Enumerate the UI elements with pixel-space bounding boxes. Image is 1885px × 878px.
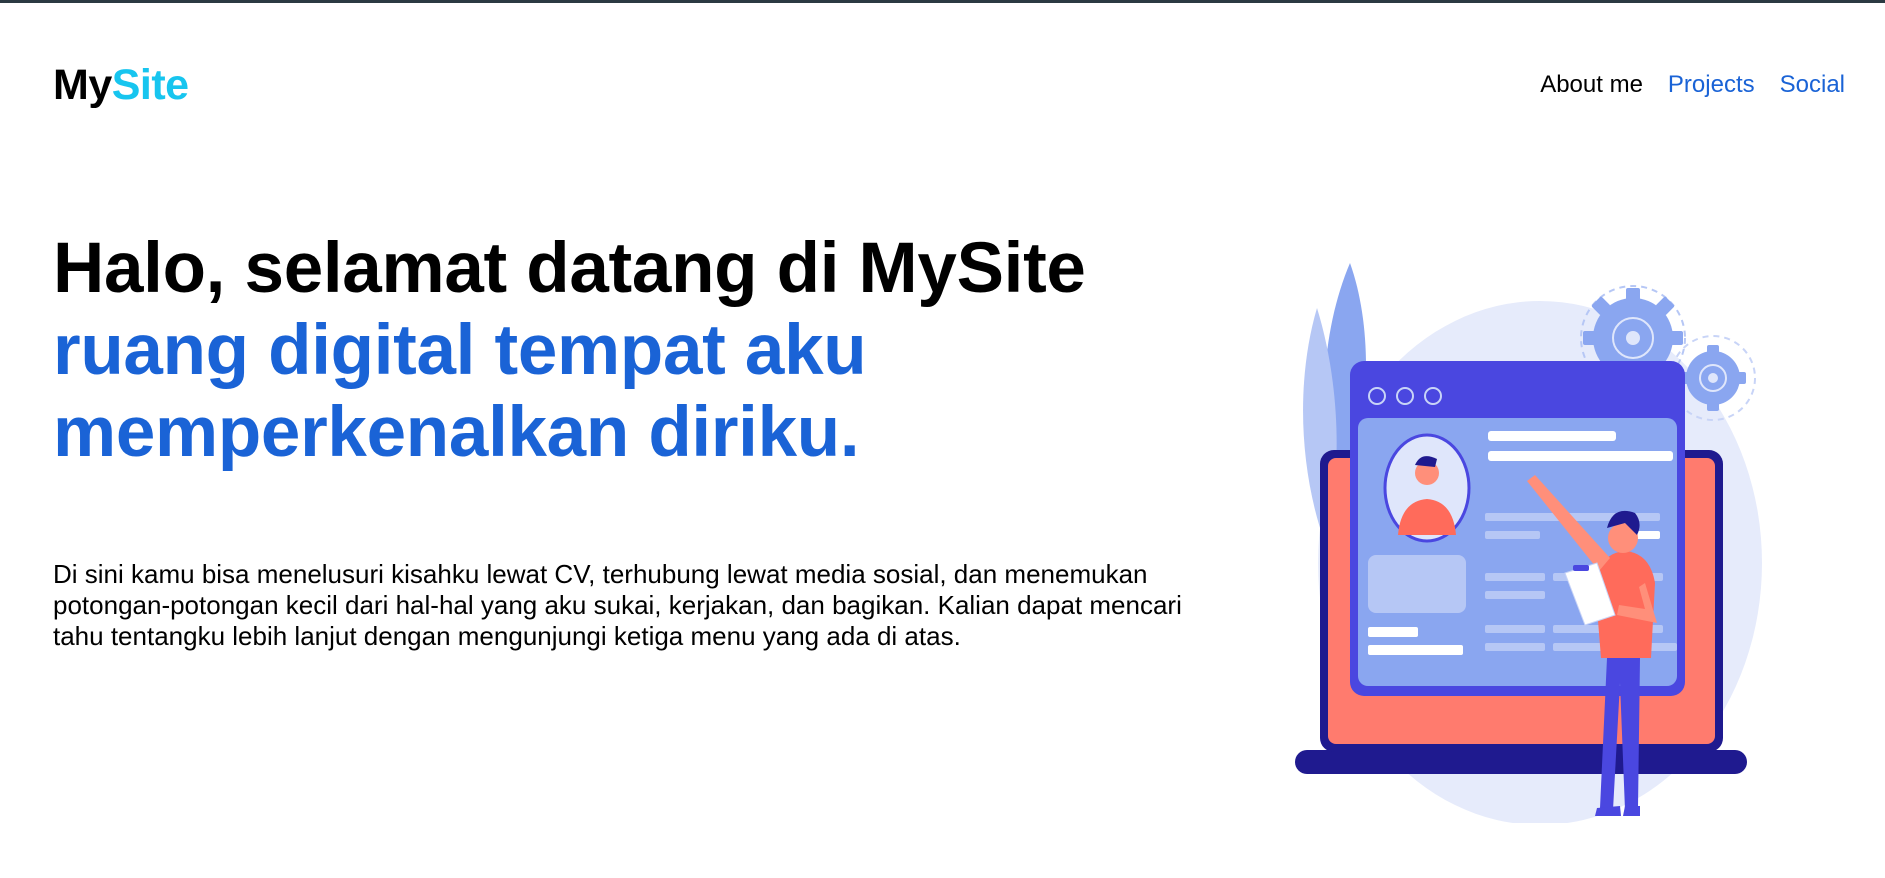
hero-section: Halo, selamat datang di MySite ruang dig… xyxy=(53,228,1233,651)
hero-heading-line2: ruang digital tempat aku memperkenalkan … xyxy=(53,311,867,472)
developer-profile-illustration xyxy=(1295,253,1765,825)
nav-link-projects[interactable]: Projects xyxy=(1668,71,1755,99)
nav-menu: About me Projects Social xyxy=(1540,71,1845,99)
nav-link-about-me[interactable]: About me xyxy=(1540,71,1643,99)
site-logo[interactable]: MySite xyxy=(53,61,189,110)
logo-part-my: My xyxy=(53,61,112,109)
logo-part-site: Site xyxy=(111,61,189,109)
nav-link-social[interactable]: Social xyxy=(1780,71,1845,99)
hero-description: Di sini kamu bisa menelusuri kisahku lew… xyxy=(53,559,1182,651)
hero-heading: Halo, selamat datang di MySite ruang dig… xyxy=(53,228,1233,474)
hero-heading-line1: Halo, selamat datang di MySite xyxy=(53,229,1086,308)
navbar: MySite About me Projects Social xyxy=(0,3,1885,168)
